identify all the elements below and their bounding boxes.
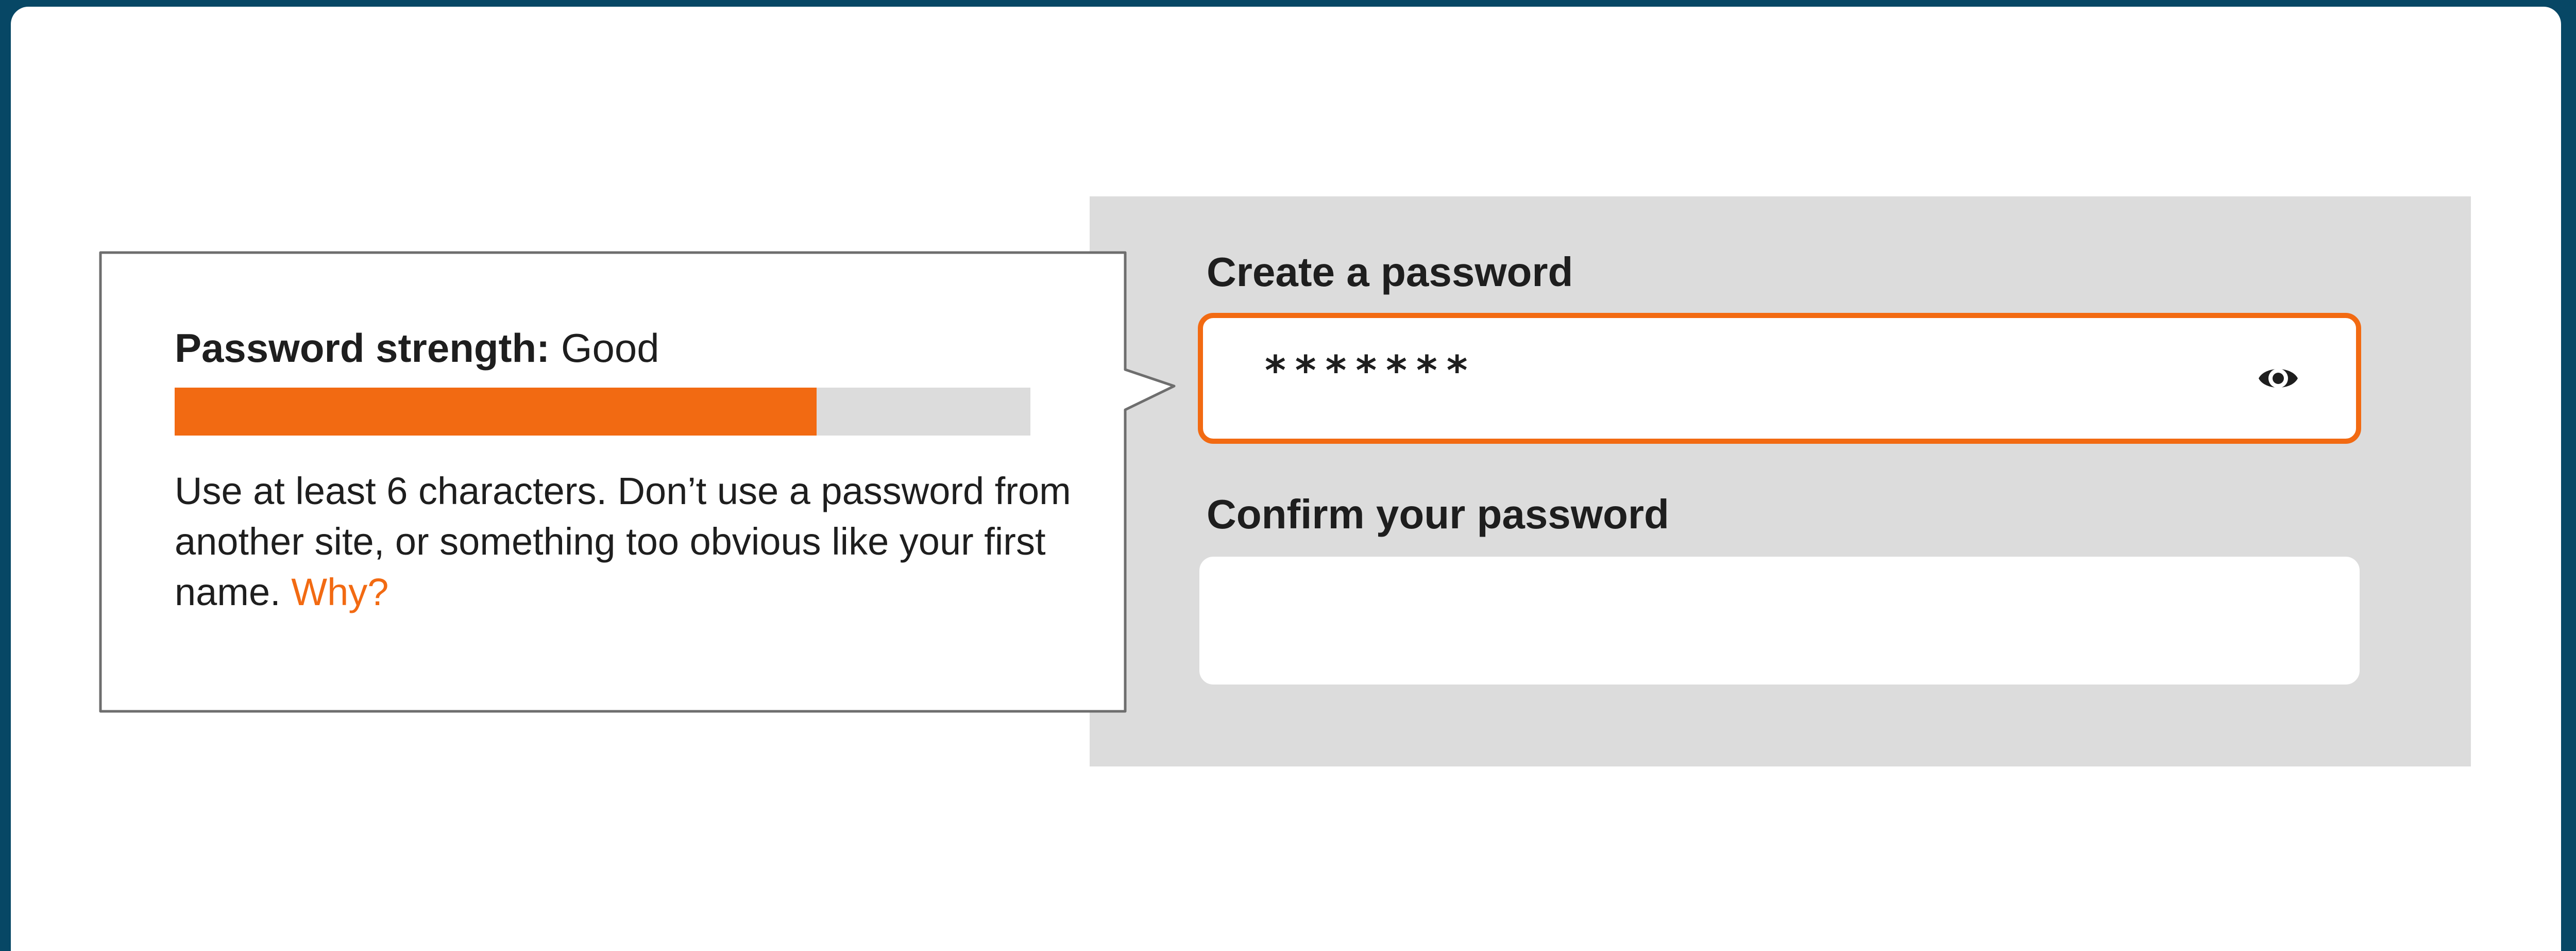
create-password-label: Create a password — [1207, 249, 1573, 295]
show-password-button[interactable] — [2250, 355, 2307, 402]
strength-meter-fill — [175, 388, 817, 436]
confirm-password-field[interactable] — [1198, 555, 2361, 686]
eye-icon — [2259, 369, 2298, 388]
confirm-password-label: Confirm your password — [1207, 491, 1669, 537]
password-help-text: Use at least 6 characters. Don’t use a p… — [175, 466, 1081, 618]
create-password-field[interactable]: ******* — [1198, 313, 2361, 444]
create-password-value: ******* — [1265, 348, 1477, 394]
strength-meter — [175, 388, 1030, 436]
strength-value: Good — [561, 325, 659, 371]
strength-label: Password strength: Good — [175, 328, 659, 368]
password-strength-tooltip: Password strength: Good Use at least 6 c… — [97, 249, 1176, 714]
strength-title: Password strength: — [175, 325, 550, 371]
why-link[interactable]: Why? — [291, 571, 388, 613]
